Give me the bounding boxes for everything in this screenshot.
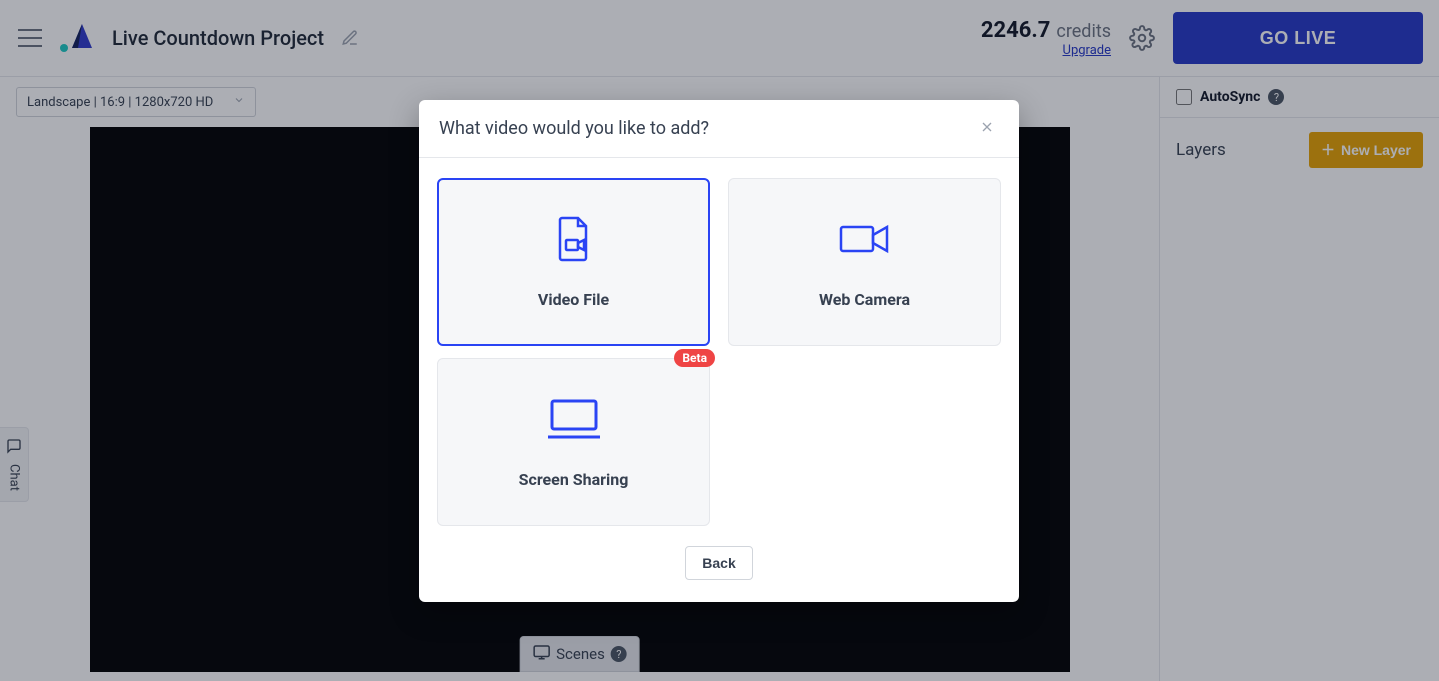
option-screen-sharing[interactable]: Beta Screen Sharing	[437, 358, 710, 526]
close-icon	[979, 119, 995, 135]
option-video-file[interactable]: Video File	[437, 178, 710, 346]
modal-options: Video File Web Camera	[419, 158, 1019, 358]
screen-sharing-icon	[546, 396, 602, 442]
option-label: Video File	[538, 290, 609, 309]
modal-options-row2: Beta Screen Sharing	[419, 358, 1019, 532]
web-camera-icon	[839, 216, 891, 262]
modal-title: What video would you like to add?	[439, 118, 709, 139]
option-label: Web Camera	[819, 290, 910, 309]
video-file-icon	[554, 216, 594, 262]
add-video-modal: What video would you like to add? Video …	[419, 100, 1019, 602]
beta-badge: Beta	[674, 349, 715, 367]
option-label: Screen Sharing	[519, 470, 629, 489]
modal-close-button[interactable]	[979, 119, 999, 139]
app-root: Live Countdown Project 2246.7 credits Up…	[0, 0, 1439, 681]
back-button[interactable]: Back	[685, 546, 752, 580]
option-web-camera[interactable]: Web Camera	[728, 178, 1001, 346]
modal-footer: Back	[419, 532, 1019, 602]
modal-header: What video would you like to add?	[419, 100, 1019, 158]
